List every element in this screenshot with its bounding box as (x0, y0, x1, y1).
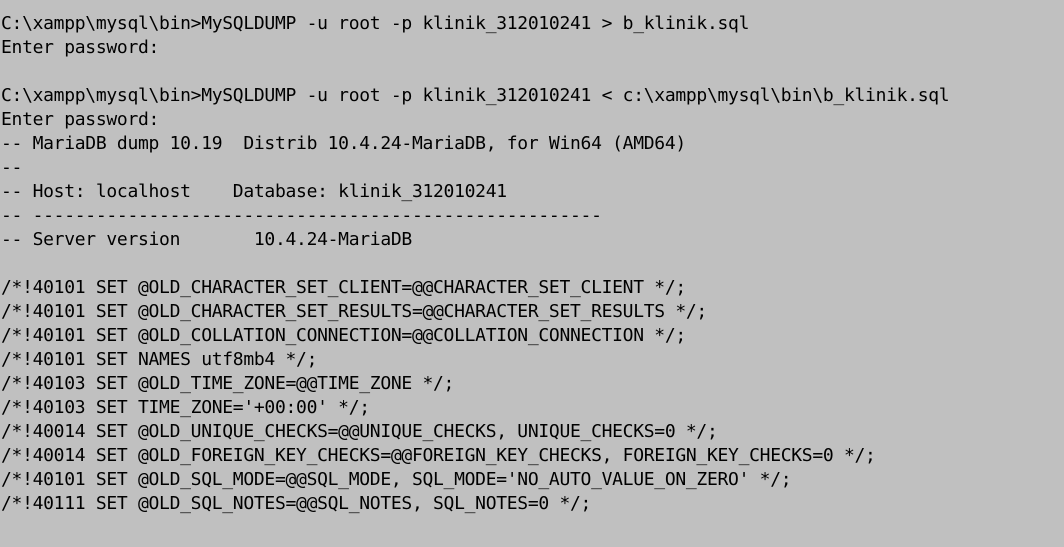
output-line: /*!40101 SET @OLD_COLLATION_CONNECTION=@… (1, 325, 686, 346)
output-line: /*!40111 SET @OLD_SQL_NOTES=@@SQL_NOTES,… (1, 493, 592, 514)
output-line: -- MariaDB dump 10.19 Distrib 10.4.24-Ma… (1, 133, 686, 154)
output-line: -- -------------------------------------… (1, 205, 602, 226)
output-line: /*!40101 SET @OLD_CHARACTER_SET_CLIENT=@… (1, 277, 686, 298)
password-prompt: Enter password: (1, 37, 160, 58)
command-line-dump: C:\xampp\mysql\bin>MySQLDUMP -u root -p … (1, 13, 750, 34)
output-line: -- (1, 157, 23, 178)
terminal-console[interactable]: C:\xampp\mysql\bin>MySQLDUMP -u root -p … (0, 0, 1064, 547)
output-line: /*!40103 SET @OLD_TIME_ZONE=@@TIME_ZONE … (1, 373, 455, 394)
output-line: /*!40101 SET NAMES utf8mb4 */; (1, 349, 318, 370)
command-line-restore: C:\xampp\mysql\bin>MySQLDUMP -u root -p … (1, 85, 950, 106)
output-line: /*!40014 SET @OLD_UNIQUE_CHECKS=@@UNIQUE… (1, 421, 718, 442)
output-line: /*!40014 SET @OLD_FOREIGN_KEY_CHECKS=@@F… (1, 445, 876, 466)
output-line: -- Host: localhost Database: klinik_3120… (1, 181, 507, 202)
password-prompt: Enter password: (1, 109, 160, 130)
output-line: /*!40101 SET @OLD_CHARACTER_SET_RESULTS=… (1, 301, 707, 322)
output-line: /*!40101 SET @OLD_SQL_MODE=@@SQL_MODE, S… (1, 469, 792, 490)
output-line: /*!40103 SET TIME_ZONE='+00:00' */; (1, 397, 370, 418)
output-line: -- Server version 10.4.24-MariaDB (1, 229, 412, 250)
